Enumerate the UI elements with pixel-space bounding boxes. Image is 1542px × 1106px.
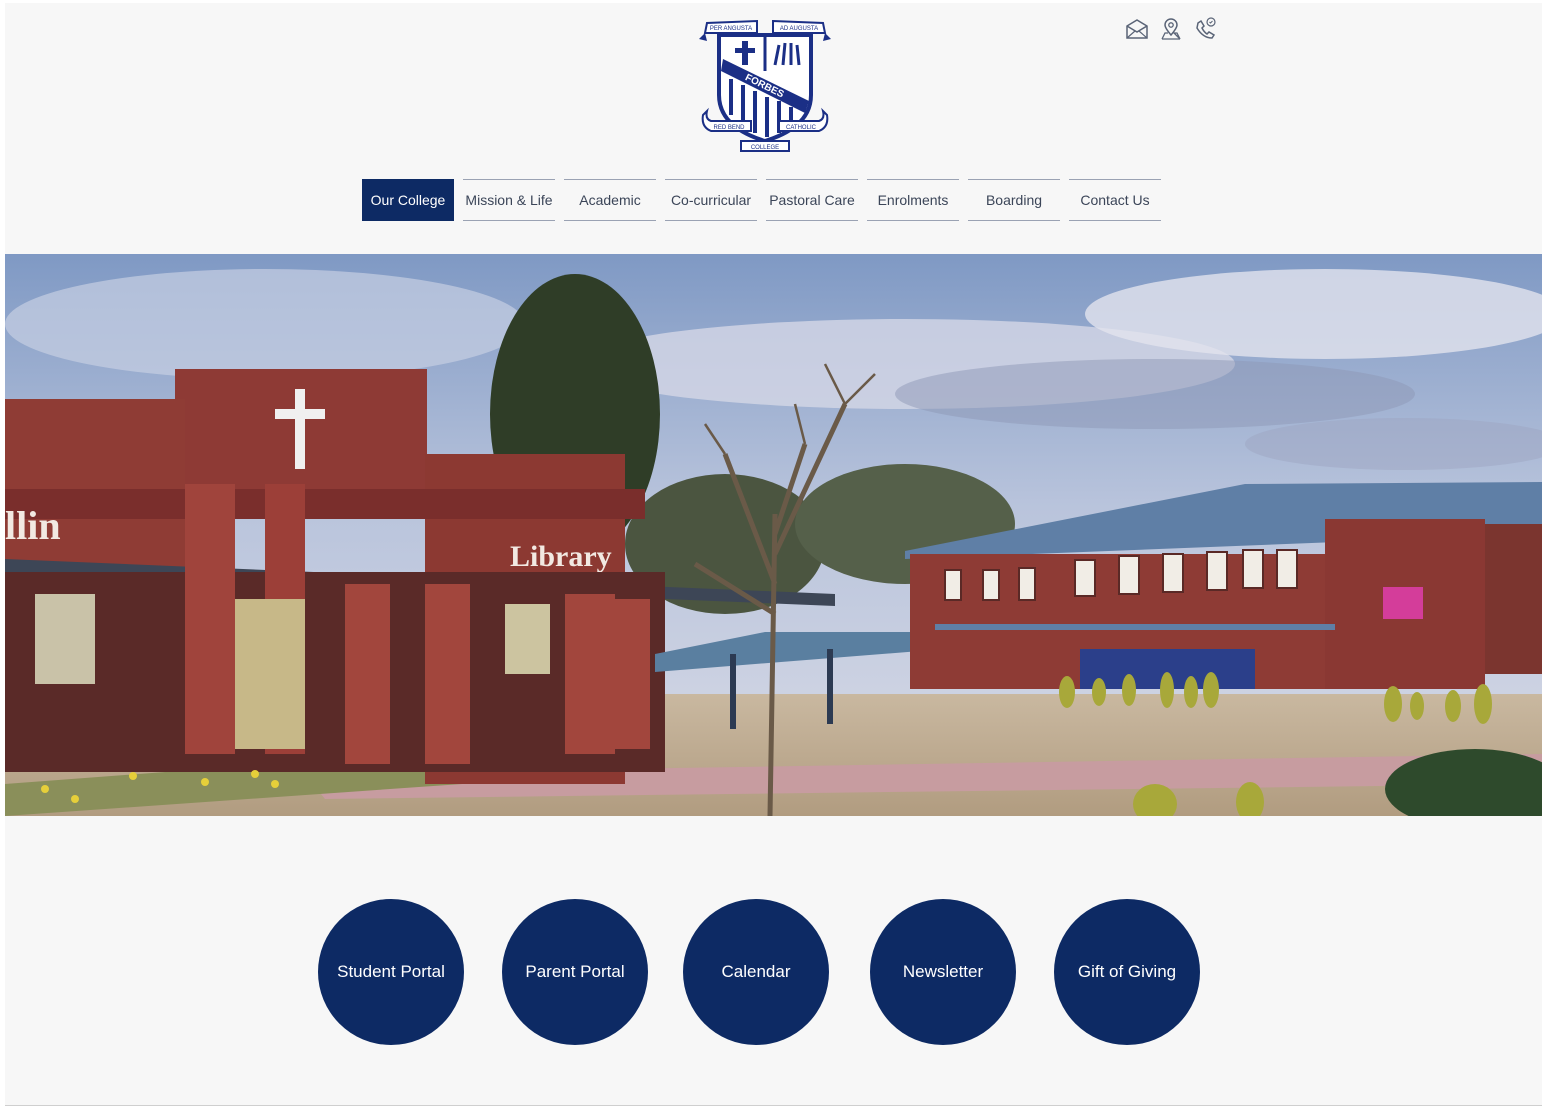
- parent-portal-link[interactable]: Parent Portal: [502, 899, 648, 1045]
- svg-text:PER ANGUSTA: PER ANGUSTA: [710, 26, 752, 32]
- student-portal-link[interactable]: Student Portal: [318, 899, 464, 1045]
- calendar-link[interactable]: Calendar: [683, 899, 829, 1045]
- page: PER ANGUSTA AD AUGUSTA FORBES RED BEND C…: [5, 3, 1542, 1106]
- nav-academic[interactable]: Academic: [564, 179, 656, 221]
- college-crest-logo[interactable]: PER ANGUSTA AD AUGUSTA FORBES RED BEND C…: [697, 15, 833, 157]
- svg-text:RED BEND: RED BEND: [713, 125, 745, 131]
- header-contact-icons: [1125, 17, 1217, 41]
- gift-of-giving-link[interactable]: Gift of Giving: [1054, 899, 1200, 1045]
- nav-co-curricular[interactable]: Co-curricular: [665, 179, 757, 221]
- svg-text:Library: Library: [510, 540, 612, 573]
- nav-mission-life[interactable]: Mission & Life: [463, 179, 555, 221]
- phone-icon[interactable]: [1193, 17, 1217, 41]
- nav-pastoral-care[interactable]: Pastoral Care: [766, 179, 858, 221]
- mail-icon[interactable]: [1125, 17, 1149, 41]
- nav-our-college[interactable]: Our College: [362, 179, 454, 221]
- nav-contact-us[interactable]: Contact Us: [1069, 179, 1161, 221]
- svg-text:AD AUGUSTA: AD AUGUSTA: [780, 26, 818, 32]
- location-pin-icon[interactable]: [1159, 17, 1183, 41]
- svg-text:llin: llin: [5, 503, 61, 548]
- svg-text:COLLEGE: COLLEGE: [751, 145, 779, 151]
- nav-enrolments[interactable]: Enrolments: [867, 179, 959, 221]
- nav-boarding[interactable]: Boarding: [968, 179, 1060, 221]
- main-nav: Our College Mission & Life Academic Co-c…: [362, 179, 1170, 224]
- quick-links: Student Portal Parent Portal Calendar Ne…: [5, 899, 1542, 1049]
- hero-campus-image: llin Library: [5, 254, 1542, 816]
- newsletter-link[interactable]: Newsletter: [870, 899, 1016, 1045]
- svg-text:CATHOLIC: CATHOLIC: [786, 125, 817, 131]
